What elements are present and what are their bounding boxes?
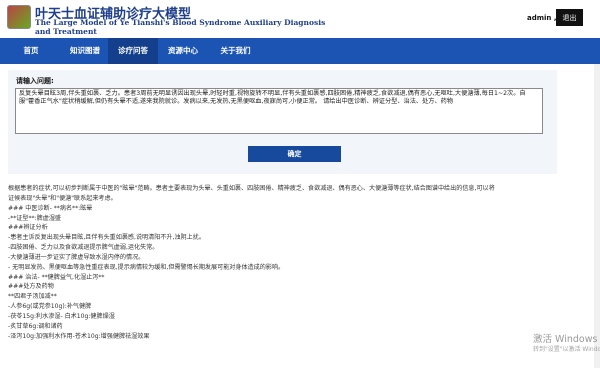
answer-line: -四肢困倦、乏力以及食欲减退提示脾气虚弱,运化失常。 [8, 244, 159, 252]
answer-line: 根据患者的症状,可以初步判断属于中医的"眩晕"范畴。患者主要表现为头晕、头重如裹… [8, 185, 495, 192]
answer-line: -茯苓15g:利水渗湿- 白术10g:健脾燥湿 [8, 312, 115, 320]
answer-line: ###辨证分析 [8, 224, 48, 232]
answer-line: -泽泻10g:加强利水作用-苍术10g:增强健脾祛湿效果 [8, 332, 150, 340]
windows-activation-watermark: 激活 Windows [533, 334, 598, 345]
site-subtitle: The Large Model of Ye Tianshi's Blood Sy… [35, 19, 326, 36]
answer-line: -人参6g(或党参10g):补气健脾 [8, 303, 92, 311]
answer-line: **四君子汤加减** [8, 293, 57, 301]
windows-activation-hint: 转到"设置"以激活 Windows。 [533, 346, 600, 353]
answer-line: - 无明显发热、黑便呕血等急性重症表现,提示病情较为缓和,但需警惕长期发展可能对… [8, 263, 285, 271]
answer-line: ### 治法- **健脾益气,化湿止泻** [8, 273, 105, 281]
main-nav: 首页 知识图谱 诊疗问答 资源中心 关于我们 [0, 38, 600, 64]
answer-line: -大便溏薄进一步证实了脾虚导致水湿内停的情况。 [8, 253, 145, 261]
logout-button[interactable]: 退出 [556, 9, 583, 26]
logo-icon [7, 5, 31, 29]
answer-line: ### 中医诊断- **病名**:眩晕 [8, 204, 93, 212]
nav-item-resource-center[interactable]: 资源中心 [158, 38, 208, 64]
nav-item-diagnosis-qa[interactable]: 诊疗问答 [108, 38, 158, 64]
query-label: 请输入问题: [16, 77, 54, 85]
nav-item-home[interactable]: 首页 [0, 38, 62, 64]
answer-line: -患者主诉反复出现头晕目眩,且伴有头重如裹感,说明清阳不升,浊阴上扰。 [8, 234, 205, 242]
answer-line: 证候表现"头晕"和"便溏"联系起来考虑。 [8, 194, 117, 202]
header: 叶天士血证辅助诊疗大模型 The Large Model of Ye Tians… [0, 0, 600, 38]
nav-item-about-us[interactable]: 关于我们 [208, 38, 263, 64]
username-label: admin , [527, 14, 557, 22]
page-scrollbar[interactable] [594, 64, 600, 368]
answer-line: -**证型**:脾虚湿盛 [8, 214, 62, 222]
confirm-button[interactable]: 确定 [248, 146, 341, 162]
query-input[interactable]: 反复头晕目眩3周,伴头重如裹、乏力。患者3周前无明显诱因出现头晕,时轻时重,视物… [15, 88, 543, 134]
nav-item-knowledge-graph[interactable]: 知识图谱 [62, 38, 108, 64]
answer-line: -炙甘草6g:调和诸药 [8, 322, 63, 330]
answer-line: ###处方及药物 [8, 283, 54, 291]
answer-output: 根据患者的症状,可以初步判断属于中医的"眩晕"范畴。患者主要表现为头晕、头重如裹… [8, 184, 593, 342]
